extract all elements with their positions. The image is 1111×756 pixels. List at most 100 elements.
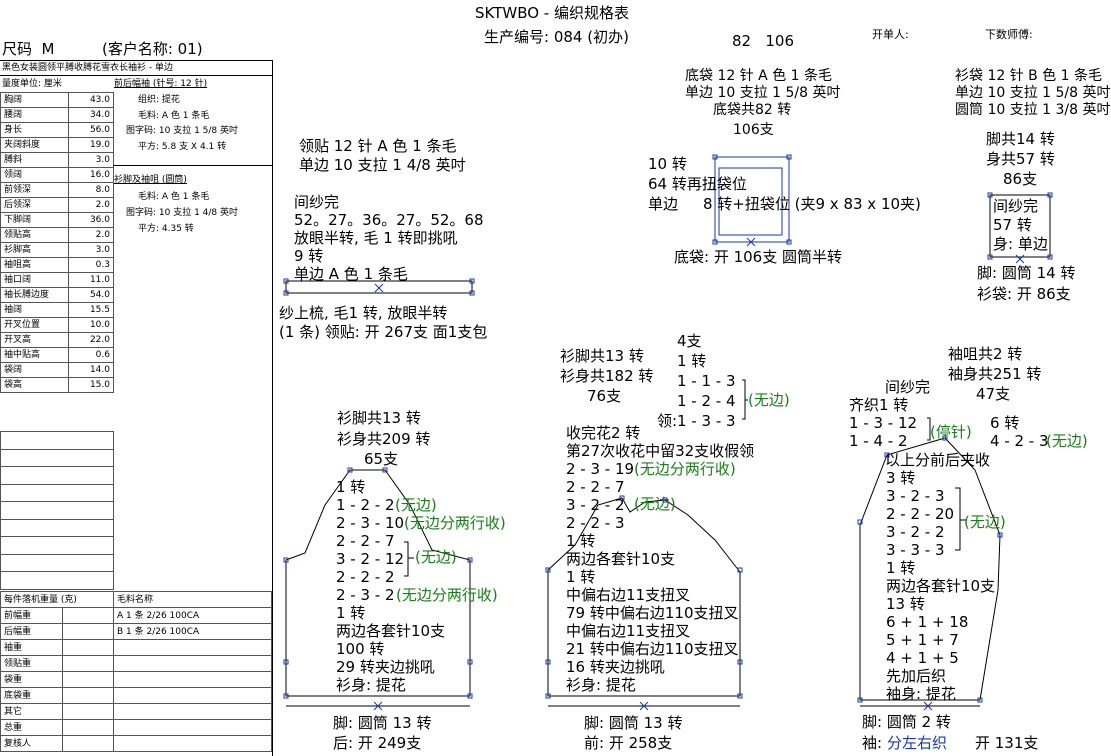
sleeve-step: 5 + 1 + 7 bbox=[886, 631, 959, 649]
collar-bottom: (1 条) 领贴: 开 267支 面1支包 bbox=[279, 323, 488, 341]
front-note: (无边) bbox=[634, 495, 676, 513]
back-step: 2 - 2 - 2 bbox=[336, 568, 395, 586]
sleeve-right: 4 - 2 - 3 bbox=[990, 432, 1049, 450]
front-step: 两边各套针10支 bbox=[566, 550, 676, 568]
pocket-spec: 106支 bbox=[733, 122, 774, 138]
sleeve-bottom: 脚: 圆筒 2 转 bbox=[862, 713, 951, 731]
sleeve-step: 齐织1 转 bbox=[849, 396, 909, 414]
back-step: 1 - 2 - 2 bbox=[336, 496, 395, 514]
back-step: 2 - 3 - 2 bbox=[336, 586, 395, 604]
back-bottom: 脚: 圆筒 13 转 bbox=[333, 714, 432, 732]
front-step: 中偏右边11支扭叉 bbox=[566, 586, 691, 604]
pocket-spec: 单边 10 支拉 1 5/8 英吋 bbox=[685, 85, 841, 101]
sleeve-step: 以上分前后夹收 bbox=[885, 451, 991, 469]
front-top: 76支 bbox=[587, 387, 622, 405]
front-bottom: 脚: 圆筒 13 转 bbox=[584, 714, 683, 732]
pocket-spec: 底袋 12 针 A 色 1 条毛 bbox=[685, 68, 832, 84]
front-neck-note: (无边) bbox=[748, 391, 790, 409]
sleeve-step: 13 转 bbox=[886, 595, 925, 613]
sleeve-step: 1 - 4 - 2 bbox=[849, 432, 908, 450]
back-top: 衫身共209 转 bbox=[337, 430, 431, 448]
sleeve-top: 47支 bbox=[976, 385, 1011, 403]
sleeve-bottom: 开 131支 bbox=[975, 734, 1039, 752]
side-pocket-spec: 单边 10 支拉 1 5/8 英吋 bbox=[955, 85, 1111, 101]
front-step: 2 - 3 - 19 bbox=[566, 460, 635, 478]
back-note: (无边分两行收) bbox=[404, 514, 506, 532]
pocket-spec: 底袋共82 转 bbox=[713, 102, 792, 118]
pocket-step: 8 转+扭袋位 (夹9 x 83 x 10夹) bbox=[703, 195, 921, 213]
collar-spec: 领贴 12 针 A 色 1 条毛 bbox=[299, 137, 457, 155]
sleeve-step: 3 转 bbox=[886, 469, 916, 487]
back-step: 两边各套针10支 bbox=[336, 622, 446, 640]
front-note: (无边分两行收) bbox=[634, 460, 736, 478]
back-bottom: 后: 开 249支 bbox=[333, 734, 422, 752]
front-top: 衫身共182 转 bbox=[560, 367, 654, 385]
sleeve-step: 袖身: 提花 bbox=[886, 685, 956, 703]
front-neck: 1 - 2 - 4 bbox=[677, 392, 736, 410]
side-pocket-inner: 间纱完 bbox=[993, 197, 1039, 215]
front-neck: 1 - 1 - 3 bbox=[677, 372, 736, 390]
back-top: 65支 bbox=[364, 450, 399, 468]
back-step: 100 转 bbox=[336, 640, 385, 658]
sleeve-step: 先加后织 bbox=[886, 667, 947, 685]
front-step: 21 转中偏右边110支扭叉 bbox=[566, 640, 739, 658]
sleeve-bottom: 袖: bbox=[862, 734, 883, 752]
front-step: 2 - 2 - 7 bbox=[566, 478, 625, 496]
sleeve-step: 间纱完 bbox=[885, 378, 931, 396]
pocket-bottom: 底袋: 开 106支 圆筒半转 bbox=[674, 248, 842, 266]
side-pocket-bottom: 衫袋: 开 86支 bbox=[977, 285, 1071, 303]
back-step: 1 转 bbox=[336, 478, 366, 496]
side-pocket-inner: 身: 单边 bbox=[993, 235, 1048, 253]
front-step: 收完花2 转 bbox=[566, 424, 641, 442]
front-neck: 领:1 - 3 - 3 bbox=[657, 412, 736, 430]
sleeve-top: 袖咀共2 转 bbox=[948, 345, 1023, 363]
back-note: (无边) bbox=[415, 548, 457, 566]
side-pocket-inner: 57 转 bbox=[993, 216, 1032, 234]
back-step: 1 转 bbox=[336, 604, 366, 622]
sleeve-step: 1 - 3 - 12 bbox=[849, 414, 918, 432]
back-step: 3 - 2 - 12 bbox=[336, 550, 405, 568]
back-top: 衫脚共13 转 bbox=[337, 409, 421, 427]
collar-bottom: 纱上梳, 毛1 转, 放眼半转 bbox=[279, 304, 448, 322]
pocket-step: 10 转 bbox=[648, 155, 687, 173]
front-step: 16 转夹边挑吼 bbox=[566, 658, 665, 676]
sleeve-step: 4 + 1 + 5 bbox=[886, 649, 959, 667]
pocket-step: 单边 bbox=[648, 195, 679, 213]
side-pocket-spec: 衫袋 12 针 B 色 1 条毛 bbox=[955, 68, 1103, 84]
sleeve-note: (停针) bbox=[930, 423, 972, 441]
sleeve-right: 6 转 bbox=[990, 414, 1020, 432]
collar-spec: 单边 10 支拉 1 4/8 英吋 bbox=[299, 156, 466, 174]
collar-step: 单边 A 色 1 条毛 bbox=[294, 265, 408, 283]
side-pocket-count: 86支 bbox=[1003, 170, 1038, 188]
back-step: 2 - 3 - 10 bbox=[336, 514, 405, 532]
back-step: 衫身: 提花 bbox=[336, 676, 406, 694]
side-pocket-spec: 圆筒 10 支拉 1 3/8 英吋 bbox=[955, 102, 1111, 118]
pocket-step: 64 转再扭袋位 bbox=[648, 175, 747, 193]
front-step: 3 - 2 - 2 bbox=[566, 496, 625, 514]
front-step: 1 转 bbox=[566, 532, 596, 550]
sleeve-step: 两边各套针10支 bbox=[886, 577, 996, 595]
side-pocket-count: 脚共14 转 bbox=[986, 130, 1055, 148]
back-note: (无边分两行收) bbox=[396, 586, 498, 604]
sleeve-note: (无边) bbox=[964, 513, 1006, 531]
sleeve-step: 6 + 1 + 18 bbox=[886, 613, 969, 631]
collar-step: 9 转 bbox=[294, 247, 324, 265]
back-step: 29 转夹边挑吼 bbox=[336, 658, 435, 676]
side-pocket-bottom: 脚: 圆筒 14 转 bbox=[977, 264, 1076, 282]
collar-step: 间纱完 bbox=[294, 193, 340, 211]
front-bottom: 前: 开 258支 bbox=[584, 734, 673, 752]
front-top: 衫脚共13 转 bbox=[560, 347, 644, 365]
sleeve-top: 袖身共251 转 bbox=[948, 365, 1042, 383]
sleeve-step: 3 - 2 - 3 bbox=[886, 487, 945, 505]
front-step: 1 转 bbox=[566, 568, 596, 586]
front-neck: 4支 bbox=[677, 332, 702, 350]
front-step: 2 - 2 - 3 bbox=[566, 514, 625, 532]
back-step: 2 - 2 - 7 bbox=[336, 532, 395, 550]
front-step: 衫身: 提花 bbox=[566, 676, 636, 694]
sleeve-step: 2 - 2 - 20 bbox=[886, 505, 955, 523]
sleeve-step: 3 - 3 - 3 bbox=[886, 541, 945, 559]
collar-step: 放眼半转, 毛 1 转即挑吼 bbox=[294, 229, 458, 247]
collar-step: 52。27。36。27。52。68 bbox=[294, 211, 484, 229]
sleeve-step: 1 转 bbox=[886, 559, 916, 577]
sleeve-note: (无边) bbox=[1046, 432, 1088, 450]
